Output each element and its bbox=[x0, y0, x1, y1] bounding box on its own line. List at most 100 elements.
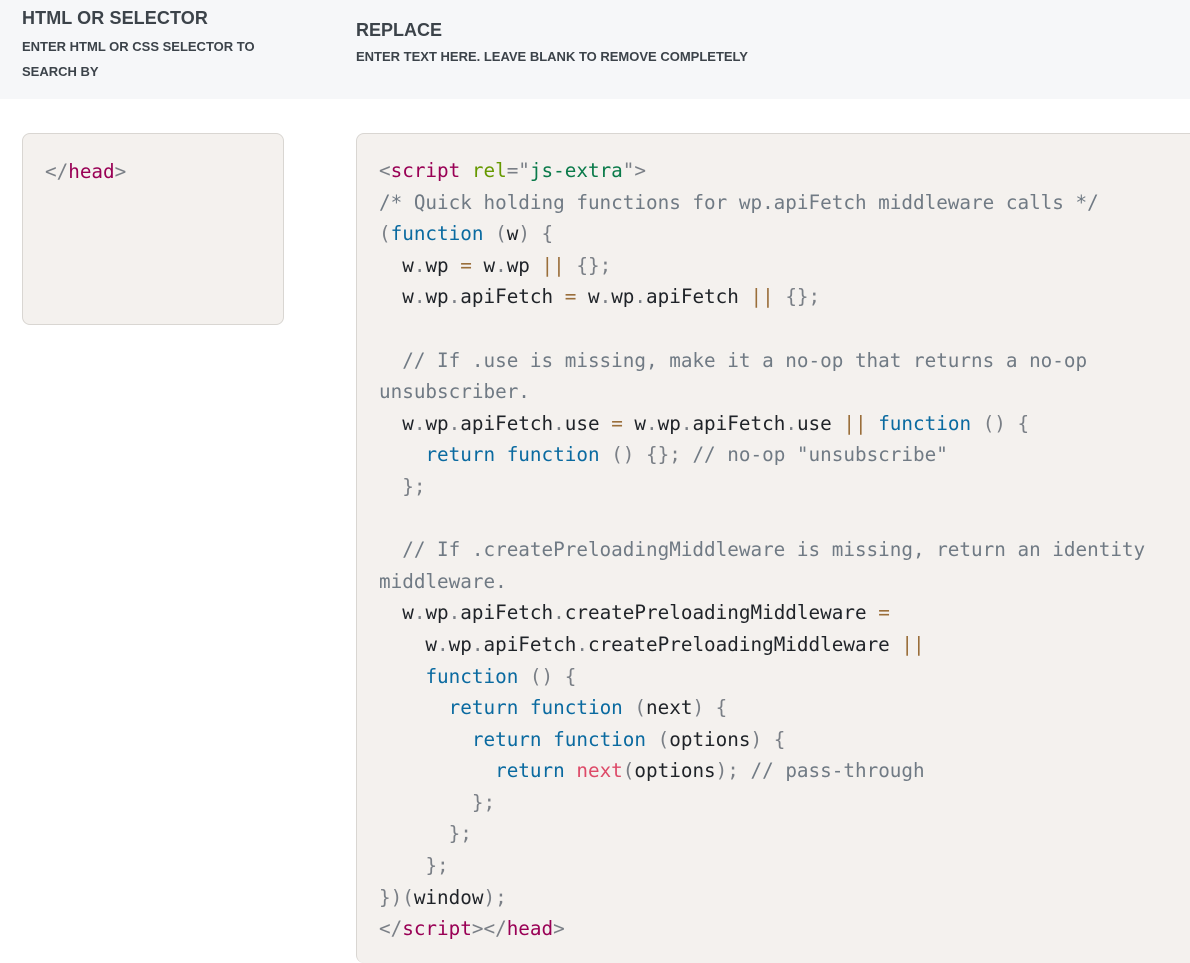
code-token-punct: { bbox=[564, 664, 577, 688]
code-token-plain: w bbox=[379, 253, 414, 277]
code-token-punct: () bbox=[529, 664, 554, 688]
code-token-plain: w bbox=[379, 285, 414, 309]
replace-code-line: /* Quick holding functions for wp.apiFet… bbox=[379, 187, 1145, 219]
code-token-punct: ); bbox=[483, 885, 507, 909]
code-token-punct: { bbox=[773, 727, 786, 751]
code-token-op: || bbox=[901, 632, 925, 656]
code-token-punct: . bbox=[437, 632, 449, 656]
search-code-field[interactable]: </head> bbox=[22, 133, 284, 325]
replace-code-line: // If .use is missing, make it a no-op t… bbox=[379, 345, 1145, 377]
code-token-punct: ) bbox=[518, 222, 530, 246]
code-token-punct: > bbox=[114, 160, 127, 183]
code-token-plain: next bbox=[646, 696, 693, 720]
code-token-kw: return bbox=[471, 727, 542, 751]
replace-code-line: middleware. bbox=[379, 566, 1145, 598]
code-token-comment: // no-op "unsubscribe" bbox=[692, 443, 948, 467]
code-token-punct: { bbox=[541, 222, 554, 246]
code-token-plain: w bbox=[379, 632, 438, 656]
replace-code-line: }; bbox=[379, 471, 1145, 503]
code-token-punct: {}; bbox=[576, 253, 612, 277]
code-token-plain: options bbox=[634, 759, 716, 783]
code-token-punct: ) bbox=[750, 727, 763, 751]
code-token-punct: }; bbox=[471, 790, 496, 814]
code-token-punct: () bbox=[982, 411, 1006, 435]
code-token-plain: apiFetch bbox=[460, 411, 554, 435]
replace-column-title: REPLACE bbox=[356, 20, 443, 40]
code-token-tag: head bbox=[68, 160, 115, 183]
replace-code-line: w.wp.apiFetch.createPreloadingMiddleware… bbox=[379, 597, 1145, 629]
replace-code-line: function () { bbox=[379, 661, 1145, 693]
code-token-punct: ) bbox=[692, 696, 705, 720]
code-token-punct: =" bbox=[506, 159, 530, 182]
replace-code-line: w.wp.apiFetch = w.wp.apiFetch || {}; bbox=[379, 281, 1145, 313]
replace-code-line: }; bbox=[379, 818, 1145, 850]
replace-code-line: unsubscriber. bbox=[379, 376, 1145, 408]
code-token-plain: wp bbox=[448, 632, 472, 656]
code-token-punct: . bbox=[471, 632, 484, 656]
code-token-plain: createPreloadingMiddleware bbox=[564, 601, 879, 625]
code-token-comment: /* Quick holding functions for wp.apiFet… bbox=[379, 190, 1099, 214]
code-token-punct: . bbox=[495, 253, 507, 277]
code-token-punct: ( bbox=[657, 727, 670, 751]
code-token-op: = bbox=[564, 285, 577, 309]
code-token-punct: . bbox=[413, 601, 426, 625]
code-token-punct: }; bbox=[425, 854, 449, 878]
replace-code-line: w.wp.apiFetch.use = w.wp.apiFetch.use ||… bbox=[379, 408, 1145, 440]
code-token-op: || bbox=[750, 285, 774, 309]
replace-code-line bbox=[379, 503, 1145, 535]
code-token-punct: . bbox=[448, 601, 461, 625]
code-token-punct: })( bbox=[379, 885, 414, 909]
code-token-plain: createPreloadingMiddleware bbox=[587, 632, 902, 656]
code-token-punct: . bbox=[680, 411, 693, 435]
code-token-punct: . bbox=[448, 411, 461, 435]
code-token-str: js-extra bbox=[529, 159, 623, 182]
replace-code-line: // If .createPreloadingMiddleware is mis… bbox=[379, 534, 1145, 566]
code-token-plain: w bbox=[379, 411, 414, 435]
code-token-plain: apiFetch bbox=[460, 285, 565, 309]
code-token-punct: . bbox=[599, 285, 612, 309]
code-token-comment: // If .use is missing, make it a no-op t… bbox=[379, 348, 1088, 372]
replace-code-field[interactable]: <script rel="js-extra">/* Quick holding … bbox=[356, 133, 1190, 963]
code-token-attr: rel bbox=[471, 159, 507, 182]
code-token-punct: . bbox=[413, 253, 426, 277]
code-token-plain: wp bbox=[611, 285, 635, 309]
code-token-punct: {}; bbox=[646, 443, 681, 467]
code-token-kw: return bbox=[495, 759, 565, 783]
code-token-comment: unsubscriber. bbox=[379, 380, 530, 404]
code-token-punct: () bbox=[611, 443, 635, 467]
code-token-kw: function bbox=[529, 696, 623, 720]
replace-code-line: })(window); bbox=[379, 882, 1145, 914]
code-token-plain: use bbox=[796, 411, 844, 435]
code-token-kw: function bbox=[506, 443, 600, 467]
code-token-plain: wp bbox=[425, 253, 461, 277]
code-token-plain: apiFetch bbox=[483, 632, 577, 656]
code-token-punct: < bbox=[379, 159, 391, 182]
code-token-kw: return bbox=[448, 696, 519, 720]
search-code-text: </head> bbox=[45, 156, 126, 188]
code-token-punct: { bbox=[715, 696, 728, 720]
code-token-punct: {}; bbox=[785, 285, 821, 309]
code-token-kw: return bbox=[425, 443, 496, 467]
code-token-plain: use bbox=[564, 411, 612, 435]
code-token-punct: }; bbox=[448, 822, 472, 846]
replace-code-line: return next(options); // pass-through bbox=[379, 755, 1145, 787]
